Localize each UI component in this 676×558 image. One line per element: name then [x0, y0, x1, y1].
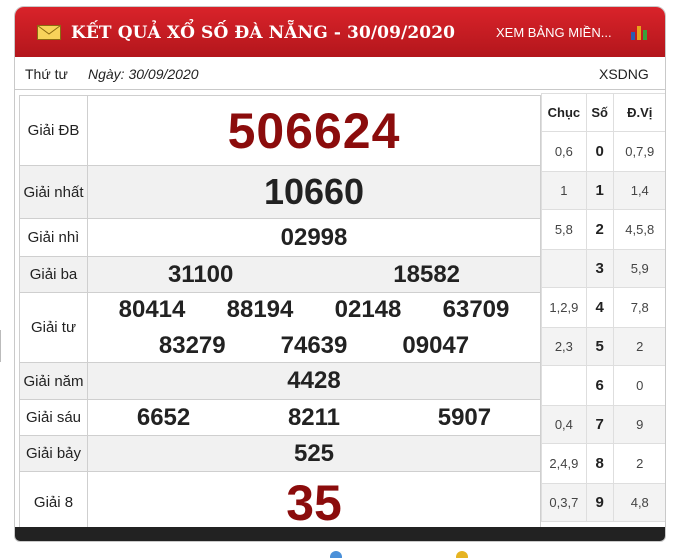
loto-header-row: Chục Số Đ.Vị	[541, 93, 665, 132]
loto-chuc: 1	[541, 171, 587, 210]
globe-icon[interactable]	[330, 551, 342, 558]
prize-row-tam: Giải 8 35	[19, 471, 541, 534]
loto-dvi: 4,8	[612, 483, 665, 522]
prize-label: Giải ba	[19, 256, 88, 293]
loto-chuc: 5,8	[541, 209, 587, 250]
loto-row: 0,4 7 9	[541, 405, 665, 444]
loto-so: 9	[585, 483, 614, 522]
loto-so: 6	[585, 365, 614, 406]
fourth-prize-number: 83279	[158, 331, 226, 359]
loto-row: 0,6 0 0,7,9	[541, 131, 665, 172]
loto-dvi: 7,8	[612, 287, 665, 328]
bar-chart-icon[interactable]	[629, 22, 649, 42]
lottery-code: XSDNG	[599, 66, 649, 82]
loto-so: 7	[585, 405, 614, 444]
prize-row-nhi: Giải nhì 02998	[19, 218, 541, 257]
loto-head-tail-table: Chục Số Đ.Vị 0,6 0 0,7,9 1 1 1,4 5,8 2 4…	[541, 93, 665, 522]
prize-label: Giải 8	[19, 471, 88, 534]
fourth-prize-number: 63709	[442, 295, 510, 323]
loto-row: 6 0	[541, 365, 665, 406]
fourth-prize-number: 09047	[402, 331, 470, 359]
results-table: Giải ĐB 506624 Giải nhất 10660 Giải nhì …	[19, 95, 541, 534]
loto-so: 4	[585, 287, 614, 328]
loto-row: 0,3,7 9 4,8	[541, 483, 665, 522]
loto-dvi: 0	[612, 365, 665, 406]
loto-dvi: 9	[612, 405, 665, 444]
second-prize-number: 02998	[280, 223, 348, 251]
prize-row-sau: Giải sáu 6652 8211 5907	[19, 399, 541, 436]
fifth-prize-number: 4428	[287, 367, 341, 394]
loto-row: 1,2,9 4 7,8	[541, 287, 665, 328]
draw-date: Ngày: 30/09/2020	[88, 66, 199, 82]
mail-icon	[37, 25, 61, 40]
loto-header-chuc: Chục	[541, 93, 587, 132]
prize-label: Giải nhất	[19, 165, 88, 219]
loto-row: 3 5,9	[541, 249, 665, 288]
sixth-prize-number: 8211	[287, 403, 341, 431]
result-header: KẾT QUẢ XỔ SỐ ĐÀ NẴNG - 30/09/2020 XEM B…	[15, 7, 665, 57]
lottery-result-box: KẾT QUẢ XỔ SỐ ĐÀ NẴNG - 30/09/2020 XEM B…	[14, 6, 666, 542]
fourth-prize-number: 02148	[334, 295, 402, 323]
loto-header-so: Số	[585, 93, 614, 132]
loto-row: 2,3 5 2	[541, 327, 665, 366]
fourth-prize-number: 88194	[226, 295, 294, 323]
loto-so: 5	[585, 327, 614, 366]
loto-dvi: 1,4	[612, 171, 665, 210]
loto-chuc: 2,4,9	[541, 443, 587, 484]
view-region-table-link[interactable]: XEM BẢNG MIỀN...	[496, 25, 612, 40]
bottom-toolbar-strip	[330, 550, 670, 558]
left-panel-edge	[0, 330, 6, 362]
seventh-prize-number: 525	[293, 439, 335, 467]
special-prize-number: 506624	[227, 102, 401, 159]
prize-label: Giải tư	[19, 292, 88, 363]
loto-so: 1	[585, 171, 614, 210]
prize-label: Giải ĐB	[19, 95, 88, 166]
loto-chuc: 0,6	[541, 131, 587, 172]
prize-row-tu: Giải tư 80414 88194 02148 63709 83279 74…	[19, 292, 541, 363]
loto-dvi: 4,5,8	[612, 209, 665, 250]
loto-chuc: 0,3,7	[541, 483, 587, 522]
loto-header-dvi: Đ.Vị	[612, 93, 665, 132]
loto-so: 0	[585, 131, 614, 172]
loto-row: 2,4,9 8 2	[541, 443, 665, 484]
prize-row-nhat: Giải nhất 10660	[19, 165, 541, 219]
result-box-footer	[15, 527, 665, 541]
date-bar: Thứ tư Ngày: 30/09/2020 XSDNG	[15, 57, 665, 90]
prize-label: Giải sáu	[19, 399, 88, 436]
prize-label: Giải năm	[19, 362, 88, 400]
loto-dvi: 2	[612, 327, 665, 366]
prize-label: Giải bảy	[19, 435, 88, 472]
prize-label: Giải nhì	[19, 218, 88, 257]
loto-so: 3	[585, 249, 614, 288]
loto-chuc: 1,2,9	[541, 287, 587, 328]
fourth-prize-number: 80414	[118, 295, 186, 323]
loto-chuc	[541, 249, 587, 288]
prize-row-ba: Giải ba 31100 18582	[19, 256, 541, 293]
eighth-prize-number: 35	[286, 474, 342, 531]
prize-row-db: Giải ĐB 506624	[19, 95, 541, 166]
first-prize-number: 10660	[263, 171, 365, 212]
loto-dvi: 5,9	[612, 249, 665, 288]
prize-row-nam: Giải năm 4428	[19, 362, 541, 400]
fourth-prize-number: 74639	[280, 331, 348, 359]
weekday-link[interactable]: Thứ tư	[25, 66, 68, 82]
loto-row: 5,8 2 4,5,8	[541, 209, 665, 250]
loto-chuc: 0,4	[541, 405, 587, 444]
star-icon[interactable]	[456, 551, 469, 558]
third-prize-number: 18582	[393, 260, 461, 288]
loto-row: 1 1 1,4	[541, 171, 665, 210]
third-prize-number: 31100	[167, 260, 234, 288]
prize-row-bay: Giải bảy 525	[19, 435, 541, 472]
loto-chuc: 2,3	[541, 327, 587, 366]
loto-chuc	[541, 365, 587, 406]
result-title: KẾT QUẢ XỔ SỐ ĐÀ NẴNG - 30/09/2020	[71, 23, 456, 43]
sixth-prize-number: 6652	[136, 403, 191, 431]
loto-so: 8	[585, 443, 614, 484]
loto-dvi: 2	[612, 443, 665, 484]
sixth-prize-number: 5907	[437, 403, 492, 431]
loto-so: 2	[585, 209, 614, 250]
loto-dvi: 0,7,9	[612, 131, 665, 172]
